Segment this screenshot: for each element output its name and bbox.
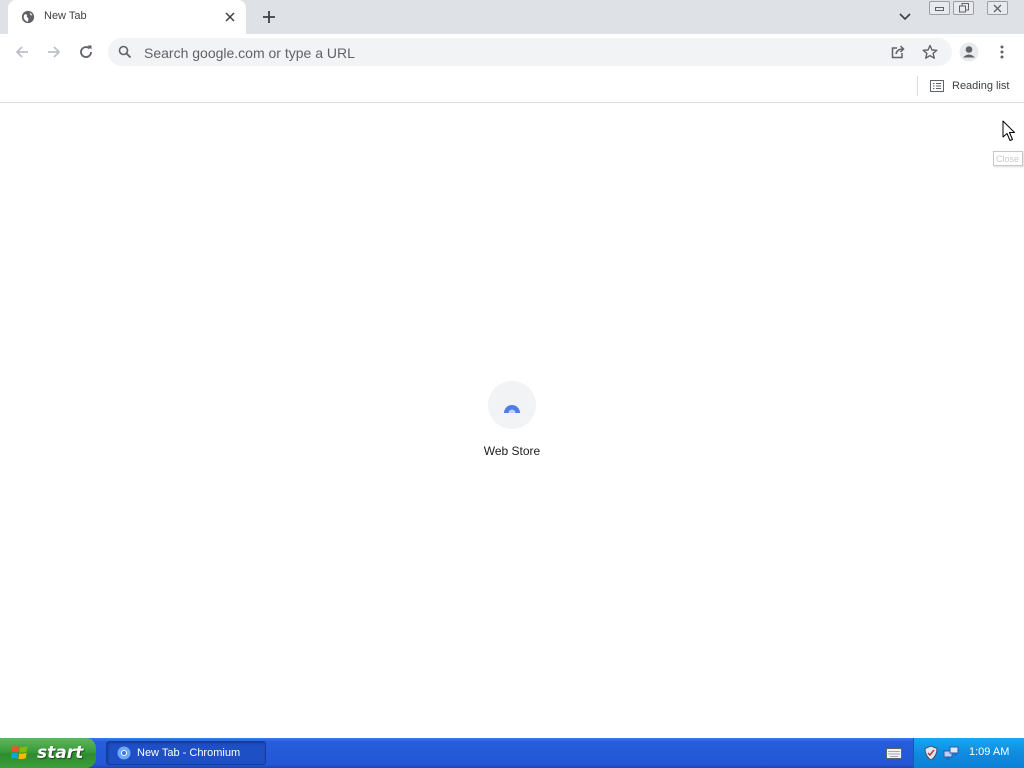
- star-icon: [922, 44, 938, 59]
- bookmark-bar: Reading list: [0, 70, 1024, 103]
- close-icon: [993, 4, 1002, 12]
- share-button[interactable]: [888, 42, 908, 62]
- reading-list-button[interactable]: Reading list: [926, 74, 1013, 98]
- reading-list-label: Reading list: [952, 80, 1010, 92]
- shortcut-icon-container: [488, 381, 536, 429]
- tab-new-tab[interactable]: New Tab: [8, 0, 246, 34]
- mouse-cursor-icon: [1002, 120, 1015, 141]
- restore-icon: [958, 3, 969, 13]
- reading-list-icon: [930, 80, 944, 92]
- menu-button[interactable]: [988, 38, 1016, 66]
- keyboard-icon[interactable]: [886, 746, 902, 760]
- minimize-button[interactable]: [929, 1, 950, 15]
- browser-toolbar: [0, 34, 1024, 70]
- security-shield-icon[interactable]: [923, 745, 939, 761]
- system-tray: 1:09 AM: [913, 738, 1024, 768]
- taskbar-item-chromium[interactable]: New Tab - Chromium: [106, 741, 266, 765]
- minimize-icon: [935, 7, 944, 11]
- chevron-down-icon: [899, 13, 911, 21]
- plus-icon: [263, 11, 275, 23]
- tab-search-button[interactable]: [894, 7, 916, 27]
- profile-button[interactable]: [955, 38, 983, 66]
- close-icon: [225, 12, 235, 22]
- network-icon[interactable]: [943, 745, 959, 761]
- bookmark-star-button[interactable]: [920, 42, 940, 62]
- arrow-right-icon: [48, 46, 61, 58]
- restore-button[interactable]: [953, 1, 974, 15]
- close-window-button[interactable]: [987, 1, 1008, 15]
- shortcut-label: Web Store: [483, 444, 541, 458]
- more-vert-icon: [1000, 45, 1004, 59]
- tab-strip: New Tab: [0, 0, 1024, 34]
- forward-button[interactable]: [40, 38, 68, 66]
- shortcut-web-store[interactable]: Web Store: [472, 379, 552, 469]
- new-tab-button[interactable]: [258, 6, 280, 28]
- omnibox[interactable]: [108, 38, 952, 68]
- start-button[interactable]: start: [0, 738, 96, 768]
- arrow-left-icon: [15, 46, 28, 58]
- globe-icon: [21, 10, 35, 24]
- back-button[interactable]: [8, 38, 36, 66]
- close-tooltip: Close: [993, 151, 1023, 166]
- reload-icon: [80, 45, 92, 58]
- share-icon: [891, 45, 905, 59]
- tab-close-button[interactable]: [222, 9, 238, 25]
- taskbar-item-label: New Tab - Chromium: [137, 747, 241, 759]
- tab-title: New Tab: [44, 10, 87, 22]
- avatar-icon: [959, 42, 979, 62]
- taskbar: start New Tab - Chromium 1:09 AM: [0, 738, 1024, 768]
- reload-button[interactable]: [72, 38, 100, 66]
- windows-logo-icon: [10, 746, 28, 760]
- search-icon: [118, 45, 132, 59]
- address-input[interactable]: [142, 38, 866, 68]
- new-tab-page: Web Store Close: [0, 103, 1024, 738]
- bookmark-separator: [917, 76, 918, 96]
- chromium-icon: [117, 746, 131, 760]
- clock: 1:09 AM: [969, 746, 1010, 758]
- start-label: start: [37, 743, 84, 763]
- web-store-icon: [504, 405, 520, 413]
